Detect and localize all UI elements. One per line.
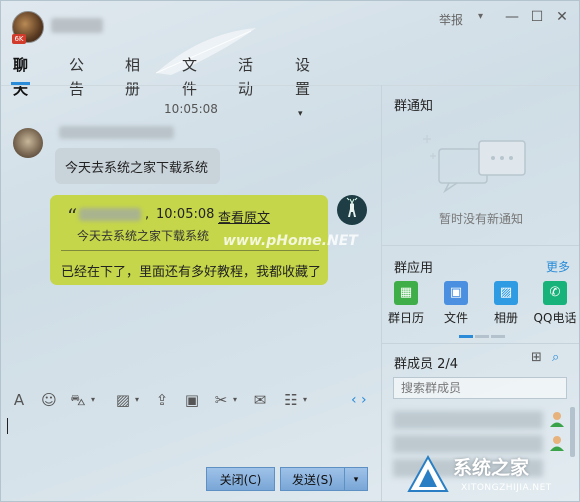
member-avatar-icon [550, 412, 564, 427]
maximize-button[interactable]: ☐ [527, 7, 547, 27]
notice-divider [382, 245, 579, 246]
toolbar-nav-arrows[interactable]: ‹ › [351, 389, 367, 411]
members-title: 群成员 2/4 [394, 357, 459, 372]
apps-pager-active[interactable] [459, 335, 473, 338]
title-bar: 6K 举报 ▾ — ☐ ✕ [1, 1, 579, 47]
invite-member-icon[interactable]: ⊞ [531, 350, 542, 365]
header-divider [1, 85, 579, 86]
view-original-link[interactable]: 查看原文 [218, 207, 270, 226]
member-actions: ⊞ ⌕ [531, 350, 559, 365]
quote-separator: , [145, 207, 150, 222]
apps-more-link[interactable]: 更多 [546, 258, 570, 275]
minimize-button[interactable]: — [502, 7, 522, 27]
message-timestamp: 10:05:08 [164, 102, 218, 116]
brand-logo-icon [407, 454, 449, 492]
tab-settings[interactable]: 设置▾ [295, 53, 310, 119]
apps-title: 群应用 [394, 261, 434, 276]
apps-pager-dot[interactable] [475, 335, 489, 338]
magic-caret-icon[interactable]: ▾ [91, 389, 95, 411]
tab-album[interactable]: 相册 [125, 53, 140, 98]
phone-icon: ✆ [543, 281, 567, 305]
report-link[interactable]: 举报 [439, 11, 463, 28]
app-calendar[interactable]: ▦ 群日历 [384, 281, 428, 326]
more-icon[interactable]: ☷ [280, 389, 302, 411]
emoji-icon[interactable]: ☺ [38, 389, 60, 411]
reply-text: 已经在下了，里面还有多好教程，我都收藏了 [61, 265, 322, 280]
folder-icon: ▣ [444, 281, 468, 305]
scissors-caret-icon[interactable]: ▾ [233, 389, 237, 411]
my-avatar[interactable] [337, 195, 367, 225]
app-label: 群日历 [387, 311, 424, 325]
site-watermark: www.pHome.NET [223, 233, 358, 249]
empty-notice-icon [423, 135, 526, 194]
notice-empty-text: 暂时没有新通知 [438, 212, 523, 226]
incoming-message-bubble[interactable]: 今天去系统之家下载系统 [55, 148, 220, 184]
report-caret-icon[interactable]: ▾ [478, 11, 483, 22]
quoted-text: 今天去系统之家下载系统 [77, 229, 210, 243]
quote-time: 10:05:08 [156, 207, 215, 222]
member-avatar-icon [550, 436, 564, 451]
close-window-button[interactable]: ✕ [552, 7, 572, 27]
tab-activities[interactable]: 活动 [238, 53, 253, 98]
image-caret-icon[interactable]: ▾ [135, 389, 139, 411]
upload-icon[interactable]: ⇪ [151, 389, 173, 411]
member-row-blurred[interactable] [393, 435, 543, 453]
quote-mark: “ [67, 204, 78, 228]
sender-avatar[interactable] [13, 128, 43, 158]
app-files[interactable]: ▣ 文件 [434, 281, 478, 326]
input-toolbar: A ☺ ⛍ ▾ ▨ ▾ ⇪ ▣ ✂ ▾ ✉ ☷ ▾ [1, 389, 381, 411]
tab-chat[interactable]: 聊天 [10, 53, 31, 98]
deer-icon [346, 197, 358, 217]
magic-icon[interactable]: ⛍ [67, 389, 89, 411]
send-options-button[interactable]: ▾ [344, 467, 368, 491]
close-button[interactable]: 关闭(C) [206, 467, 275, 491]
scissors-icon[interactable]: ✂ [210, 389, 232, 411]
app-label: 文件 [443, 311, 468, 325]
tab-announcement[interactable]: 公告 [69, 53, 84, 98]
photo-icon: ▨ [494, 281, 518, 305]
apps-divider [382, 343, 579, 344]
app-qq-call[interactable]: ✆ QQ电话 [533, 281, 577, 326]
quote-divider [61, 250, 319, 251]
app-label: 相册 [493, 311, 518, 325]
group-level-badge: 6K [12, 34, 26, 44]
search-icon[interactable]: ⌕ [552, 350, 559, 365]
brand-url: XITONGZHIJIA.NET [461, 483, 552, 493]
calendar-icon: ▦ [394, 281, 418, 305]
font-icon[interactable]: A [8, 389, 30, 411]
red-envelope-icon[interactable]: ✉ [249, 389, 271, 411]
apps-pager-dot[interactable] [491, 335, 505, 338]
panel-divider [381, 85, 382, 501]
app-label: QQ电话 [533, 311, 577, 325]
tab-files[interactable]: 文件 [182, 53, 197, 98]
more-caret-icon[interactable]: ▾ [303, 389, 307, 411]
send-button[interactable]: 发送(S) [280, 467, 344, 491]
sender-name-blurred [59, 126, 174, 139]
quoted-sender-blurred [79, 208, 141, 221]
member-list-scrollbar[interactable] [570, 407, 575, 457]
brand-name: 系统之家 [453, 457, 530, 479]
text-caret [7, 418, 8, 434]
gift-icon[interactable]: ▣ [181, 389, 203, 411]
brand-watermark: 系统之家 XITONGZHIJIA.NET [405, 453, 579, 501]
app-album[interactable]: ▨ 相册 [484, 281, 528, 326]
group-name-blurred [51, 18, 103, 33]
member-row-blurred[interactable] [393, 411, 543, 429]
notice-title: 群通知 [394, 99, 434, 114]
member-search-input[interactable]: 搜索群成员 [393, 377, 567, 399]
image-icon[interactable]: ▨ [112, 389, 134, 411]
message-input[interactable] [1, 415, 381, 463]
chat-window: 6K 举报 ▾ — ☐ ✕ 聊天 公告 相册 文件 活动 设置▾ 10:05:0… [0, 0, 580, 502]
